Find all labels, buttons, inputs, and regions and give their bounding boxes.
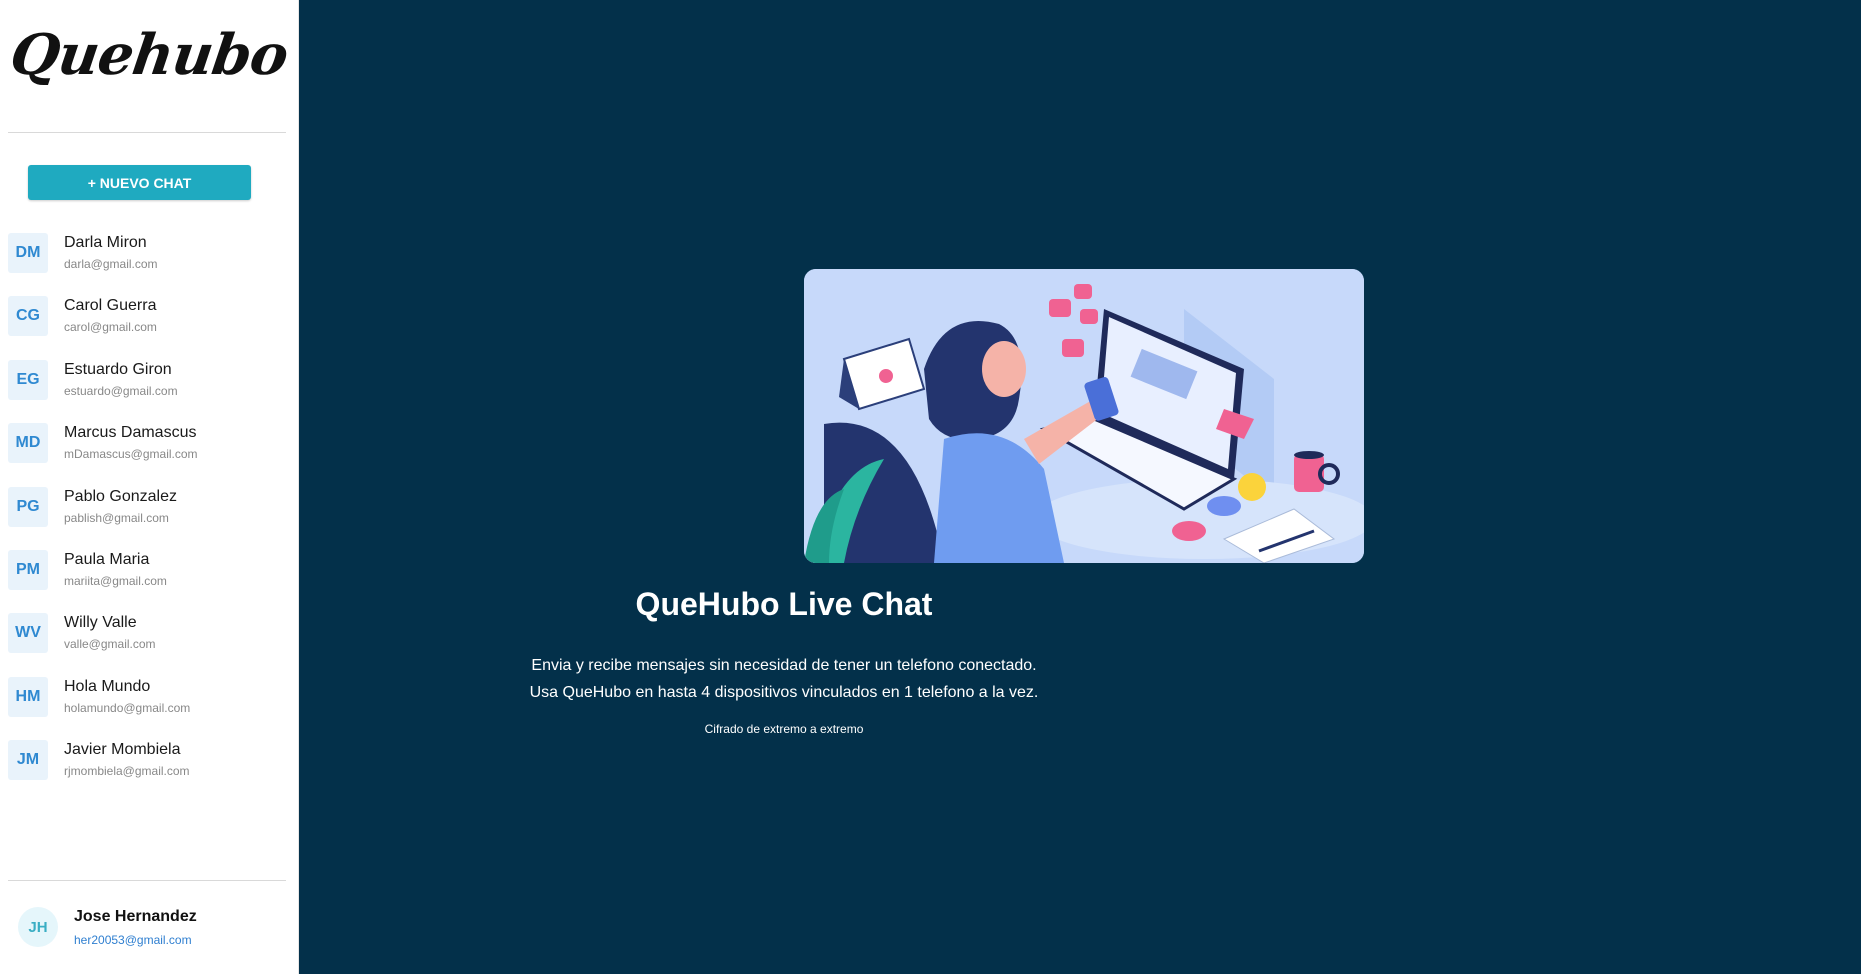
current-user-profile[interactable]: JH Jose Hernandez her20053@gmail.com	[0, 902, 298, 962]
contact-name: Pablo Gonzalez	[64, 487, 177, 505]
welcome-line-1: Envia y recibe mensajes sin necesidad de…	[531, 657, 1037, 674]
new-chat-button[interactable]: + NUEVO CHAT	[28, 165, 251, 200]
user-avatar: JH	[18, 907, 58, 947]
app-logo: Quehubo	[6, 22, 292, 88]
contact-email: mDamascus@gmail.com	[64, 447, 198, 462]
contact-name: Paula Maria	[64, 550, 150, 568]
welcome-title: QueHubo Live Chat	[635, 586, 933, 622]
contact-item-pablo-gonzalez[interactable]: PG Pablo Gonzalez pablish@gmail.com	[0, 485, 298, 548]
contact-email: estuardo@gmail.com	[64, 383, 178, 398]
welcome-description: Envia y recibe mensajes sin necesidad de…	[0, 652, 1568, 706]
sidebar: Quehubo + NUEVO CHAT DM Darla Miron darl…	[0, 0, 299, 974]
avatar: EG	[8, 359, 48, 400]
contact-email: rjmombiela@gmail.com	[64, 764, 190, 779]
user-name: Jose Hernandez	[74, 908, 197, 925]
user-email: her20053@gmail.com	[74, 933, 192, 947]
contact-email: pablish@gmail.com	[64, 510, 169, 525]
encryption-note: Cifrado de extremo a extremo	[704, 722, 864, 736]
contact-name: Darla Miron	[64, 234, 147, 251]
contact-name: Carol Guerra	[64, 297, 157, 315]
main-panel	[298, 0, 1861, 974]
avatar: JM	[8, 740, 48, 781]
welcome-line-2: Usa QueHubo en hasta 4 dispositivos vinc…	[529, 684, 1039, 701]
contact-list: DM Darla Miron darla@gmail.com CG Carol …	[0, 231, 298, 802]
contact-item-carol-guerra[interactable]: CG Carol Guerra carol@gmail.com	[0, 294, 298, 357]
contact-name: Estuardo Giron	[64, 360, 172, 378]
contact-name: Marcus Damascus	[64, 424, 197, 442]
contact-item-darla-miron[interactable]: DM Darla Miron darla@gmail.com	[0, 231, 298, 294]
avatar: CG	[8, 296, 48, 337]
contact-item-marcus-damascus[interactable]: MD Marcus Damascus mDamascus@gmail.com	[0, 421, 298, 484]
contact-item-estuardo-giron[interactable]: EG Estuardo Giron estuardo@gmail.com	[0, 358, 298, 421]
contact-item-javier-mombiela[interactable]: JM Javier Mombiela rjmombiela@gmail.com	[0, 738, 298, 801]
avatar: MD	[8, 423, 48, 464]
avatar: PG	[8, 486, 48, 527]
contact-name: Javier Mombiela	[64, 741, 181, 759]
hero-illustration	[804, 269, 1364, 563]
avatar: PM	[8, 549, 48, 590]
contact-email: darla@gmail.com	[64, 257, 158, 271]
sidebar-divider	[8, 132, 286, 133]
contact-email: carol@gmail.com	[64, 320, 157, 335]
avatar: DM	[8, 233, 48, 273]
contact-email: valle@gmail.com	[64, 637, 156, 652]
sidebar-divider	[8, 880, 286, 881]
